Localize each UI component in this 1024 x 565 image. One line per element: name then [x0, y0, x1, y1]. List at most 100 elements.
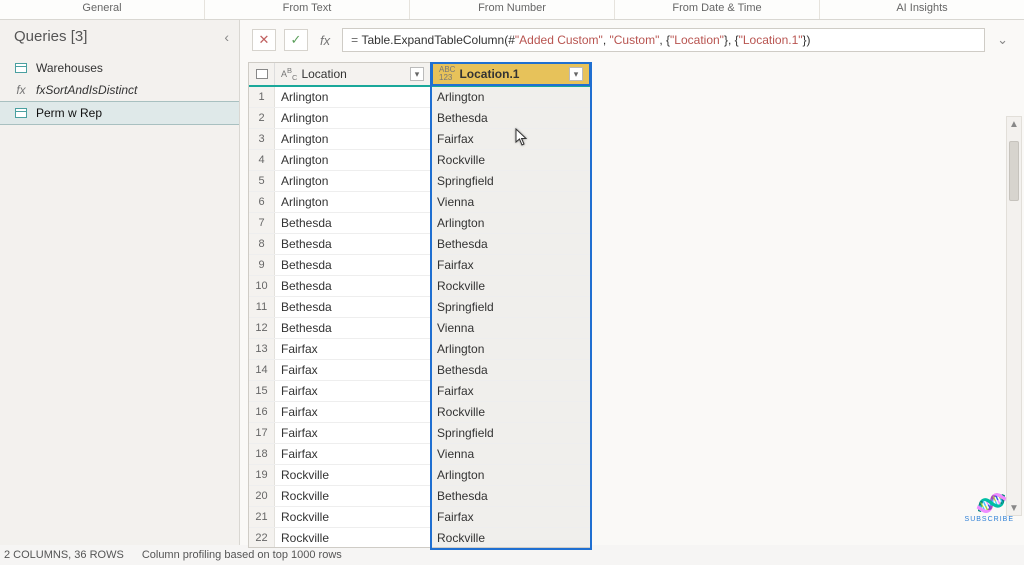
row-number[interactable]: 18 [249, 444, 275, 464]
row-number[interactable]: 15 [249, 381, 275, 401]
table-row[interactable]: 15FairfaxFairfax [249, 381, 591, 402]
cell-location[interactable]: Arlington [275, 150, 431, 170]
cell-location[interactable]: Fairfax [275, 402, 431, 422]
cell-location1[interactable]: Arlington [431, 339, 591, 359]
cell-location[interactable]: Arlington [275, 108, 431, 128]
row-number[interactable]: 7 [249, 213, 275, 233]
datatype-icon[interactable]: ABC [281, 66, 297, 82]
table-row[interactable]: 4ArlingtonRockville [249, 150, 591, 171]
table-row[interactable]: 2ArlingtonBethesda [249, 108, 591, 129]
column-filter-dropdown-icon[interactable]: ▾ [569, 67, 583, 81]
cell-location1[interactable]: Arlington [431, 213, 591, 233]
cell-location1[interactable]: Rockville [431, 402, 591, 422]
cell-location1[interactable]: Vienna [431, 444, 591, 464]
row-number[interactable]: 3 [249, 129, 275, 149]
cell-location[interactable]: Bethesda [275, 318, 431, 338]
query-item[interactable]: Warehouses [0, 57, 239, 79]
row-number[interactable]: 10 [249, 276, 275, 296]
discard-button[interactable]: ✕ [252, 29, 276, 51]
row-number[interactable]: 13 [249, 339, 275, 359]
cell-location[interactable]: Fairfax [275, 339, 431, 359]
row-number[interactable]: 5 [249, 171, 275, 191]
row-number[interactable]: 12 [249, 318, 275, 338]
table-row[interactable]: 11BethesdaSpringfield [249, 297, 591, 318]
cell-location[interactable]: Bethesda [275, 234, 431, 254]
cell-location[interactable]: Arlington [275, 87, 431, 107]
row-number[interactable]: 2 [249, 108, 275, 128]
table-row[interactable]: 16FairfaxRockville [249, 402, 591, 423]
cell-location[interactable]: Bethesda [275, 213, 431, 233]
row-number[interactable]: 1 [249, 87, 275, 107]
scroll-up-arrow-icon[interactable]: ▲ [1007, 117, 1021, 131]
column-header[interactable]: ABC123Location.1▾ [431, 62, 591, 86]
table-row[interactable]: 19RockvilleArlington [249, 465, 591, 486]
cell-location1[interactable]: Bethesda [431, 234, 591, 254]
row-number[interactable]: 19 [249, 465, 275, 485]
ribbon-tab[interactable]: General [0, 0, 205, 19]
cell-location1[interactable]: Springfield [431, 297, 591, 317]
table-row[interactable]: 9BethesdaFairfax [249, 255, 591, 276]
cell-location[interactable]: Bethesda [275, 297, 431, 317]
ribbon-tab[interactable]: From Number [410, 0, 615, 19]
column-filter-dropdown-icon[interactable]: ▾ [410, 67, 424, 81]
ribbon-tab[interactable]: From Date & Time [615, 0, 820, 19]
table-row[interactable]: 12BethesdaVienna [249, 318, 591, 339]
row-number[interactable]: 21 [249, 507, 275, 527]
cell-location1[interactable]: Fairfax [431, 507, 591, 527]
table-row[interactable]: 18FairfaxVienna [249, 444, 591, 465]
table-row[interactable]: 14FairfaxBethesda [249, 360, 591, 381]
cell-location[interactable]: Rockville [275, 507, 431, 527]
cell-location1[interactable]: Springfield [431, 423, 591, 443]
cell-location1[interactable]: Rockville [431, 528, 591, 547]
cell-location[interactable]: Arlington [275, 171, 431, 191]
table-row[interactable]: 7BethesdaArlington [249, 213, 591, 234]
row-number[interactable]: 6 [249, 192, 275, 212]
cell-location[interactable]: Fairfax [275, 444, 431, 464]
cell-location[interactable]: Rockville [275, 486, 431, 506]
cell-location1[interactable]: Bethesda [431, 360, 591, 380]
cell-location[interactable]: Bethesda [275, 276, 431, 296]
cell-location1[interactable]: Rockville [431, 276, 591, 296]
table-row[interactable]: 20RockvilleBethesda [249, 486, 591, 507]
cell-location[interactable]: Fairfax [275, 360, 431, 380]
cell-location[interactable]: Bethesda [275, 255, 431, 275]
cell-location1[interactable]: Bethesda [431, 486, 591, 506]
table-row[interactable]: 13FairfaxArlington [249, 339, 591, 360]
table-row[interactable]: 6ArlingtonVienna [249, 192, 591, 213]
vertical-scrollbar[interactable]: ▲ ▼ [1006, 116, 1022, 516]
cell-location[interactable]: Arlington [275, 192, 431, 212]
table-row[interactable]: 10BethesdaRockville [249, 276, 591, 297]
cell-location1[interactable]: Springfield [431, 171, 591, 191]
row-number[interactable]: 17 [249, 423, 275, 443]
table-row[interactable]: 1ArlingtonArlington [249, 87, 591, 108]
cell-location[interactable]: Fairfax [275, 381, 431, 401]
grid-corner[interactable] [249, 63, 275, 85]
commit-button[interactable]: ✓ [284, 29, 308, 51]
cell-location1[interactable]: Fairfax [431, 255, 591, 275]
cell-location1[interactable]: Arlington [431, 465, 591, 485]
cell-location[interactable]: Fairfax [275, 423, 431, 443]
query-item[interactable]: fxfxSortAndIsDistinct [0, 79, 239, 101]
cell-location1[interactable]: Rockville [431, 150, 591, 170]
table-row[interactable]: 3ArlingtonFairfax [249, 129, 591, 150]
row-number[interactable]: 11 [249, 297, 275, 317]
table-row[interactable]: 5ArlingtonSpringfield [249, 171, 591, 192]
scroll-thumb[interactable] [1009, 141, 1019, 201]
table-row[interactable]: 8BethesdaBethesda [249, 234, 591, 255]
ribbon-tab[interactable]: From Text [205, 0, 410, 19]
cell-location1[interactable]: Fairfax [431, 381, 591, 401]
column-header[interactable]: ABCLocation▾ [275, 63, 431, 85]
table-row[interactable]: 17FairfaxSpringfield [249, 423, 591, 444]
ribbon-tab[interactable]: AI Insights [820, 0, 1024, 19]
row-number[interactable]: 16 [249, 402, 275, 422]
cell-location1[interactable]: Bethesda [431, 108, 591, 128]
cell-location1[interactable]: Arlington [431, 87, 591, 107]
cell-location1[interactable]: Vienna [431, 318, 591, 338]
row-number[interactable]: 4 [249, 150, 275, 170]
cell-location1[interactable]: Fairfax [431, 129, 591, 149]
cell-location[interactable]: Rockville [275, 465, 431, 485]
row-number[interactable]: 14 [249, 360, 275, 380]
collapse-icon[interactable]: ‹ [224, 29, 229, 45]
query-item[interactable]: Perm w Rep [0, 101, 239, 125]
table-row[interactable]: 21RockvilleFairfax [249, 507, 591, 528]
